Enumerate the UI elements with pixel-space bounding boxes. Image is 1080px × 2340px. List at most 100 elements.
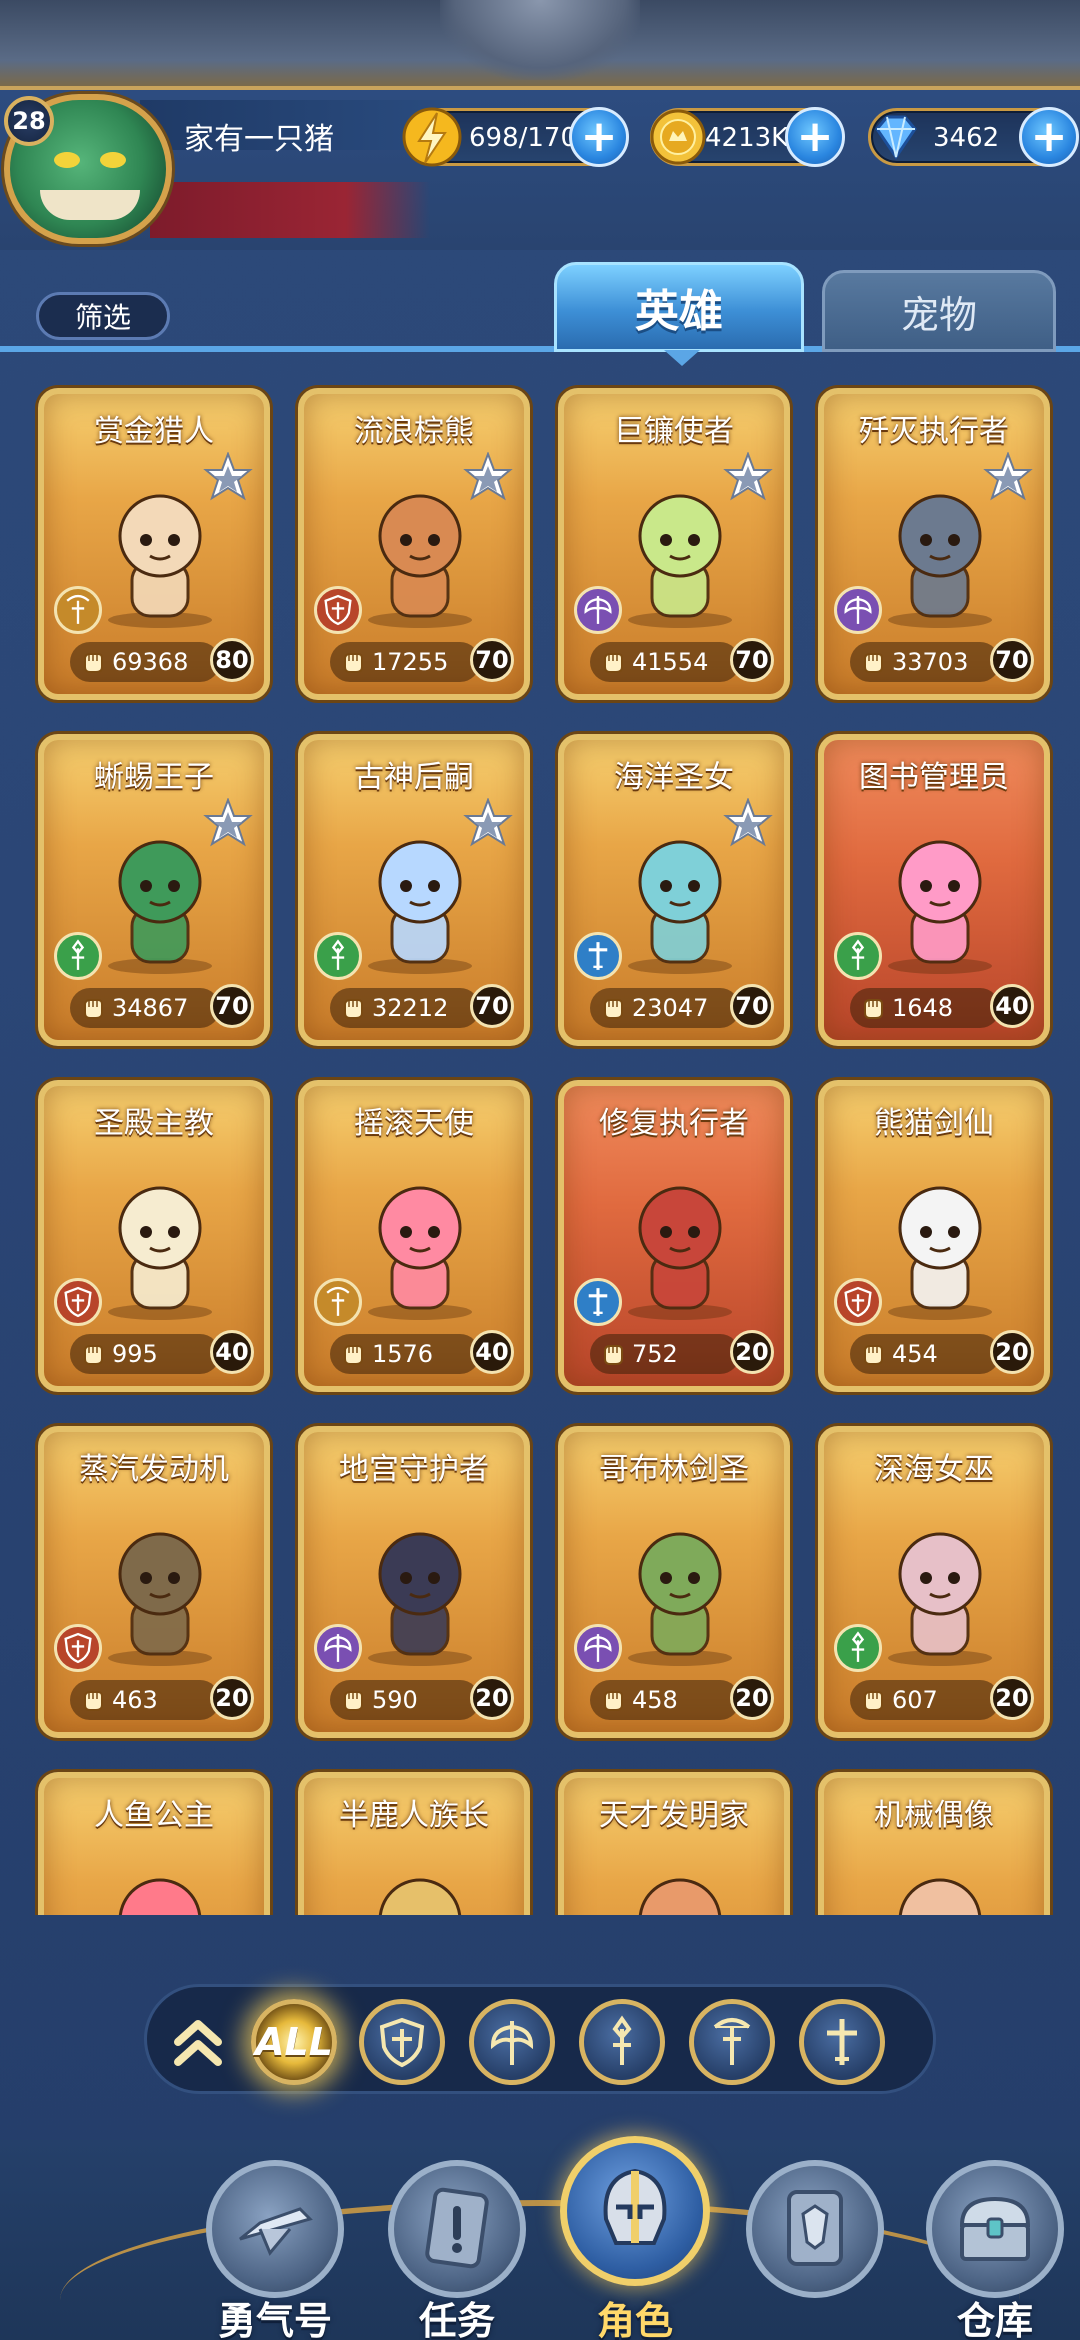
hero-card[interactable]: 地宫守护者 590 20 (298, 1426, 530, 1738)
hero-power: 590 (330, 1680, 480, 1720)
hero-name: 图书管理员 (859, 760, 1009, 795)
hero-name: 地宫守护者 (339, 1452, 489, 1487)
hero-card[interactable]: 深海女巫 607 20 (818, 1426, 1050, 1738)
hero-level: 80 (210, 638, 254, 682)
hero-power: 23047 (590, 988, 740, 1028)
class-filter-cross[interactable] (799, 1999, 885, 2085)
hero-portrait (118, 1878, 202, 1915)
hero-power-value: 1648 (892, 994, 954, 1022)
nav-brave[interactable]: 勇气号 (200, 2160, 350, 2340)
shield-class-icon (844, 1286, 872, 1318)
energy-add-button[interactable]: + (569, 107, 629, 167)
hero-power: 995 (70, 1334, 220, 1374)
player-name: 家有一只猪 (184, 122, 334, 157)
hero-level: 70 (210, 984, 254, 1028)
tab-heroes[interactable]: 英雄 (554, 262, 804, 352)
filter-button[interactable]: 筛选 (36, 292, 170, 340)
axe-icon (490, 2021, 534, 2065)
hero-class-icon (54, 586, 102, 634)
hero-card[interactable]: 海洋圣女 23047 70 (558, 734, 790, 1046)
fist-icon (84, 1345, 103, 1365)
nav-cards[interactable] (740, 2160, 890, 2340)
cross-sword-icon (827, 2019, 857, 2065)
hero-power: 17255 (330, 642, 480, 682)
hero-class-icon (834, 586, 882, 634)
axe-class-icon (584, 596, 612, 624)
hero-power-value: 458 (632, 1686, 678, 1714)
fist-icon (864, 1345, 883, 1365)
class-filter-axe[interactable] (469, 1999, 555, 2085)
staff-icon (612, 2015, 632, 2065)
hero-card[interactable]: 哥布林剑圣 458 20 (558, 1426, 790, 1738)
hero-power-value: 23047 (632, 994, 709, 1022)
hero-level: 70 (730, 638, 774, 682)
hero-power: 454 (850, 1334, 1000, 1374)
class-filter-shield[interactable] (359, 1999, 445, 2085)
hero-class-icon (314, 1624, 362, 1672)
hero-card[interactable]: 圣殿主教 995 40 (38, 1080, 270, 1392)
hero-power-value: 607 (892, 1686, 938, 1714)
awaken-star-icon (463, 452, 513, 501)
hero-class-icon (314, 1278, 362, 1326)
tab-pets[interactable]: 宠物 (822, 270, 1056, 352)
hero-power-value: 34867 (112, 994, 189, 1022)
hero-card[interactable]: 熊猫剑仙 454 20 (818, 1080, 1050, 1392)
nav-heroes[interactable]: 角色 (560, 2136, 710, 2340)
hero-card[interactable]: 天才发明家 (558, 1772, 790, 1915)
fist-icon (84, 653, 103, 673)
hero-name: 赏金猎人 (94, 414, 214, 449)
hero-name: 半鹿人族长 (339, 1798, 489, 1833)
helmet-icon (603, 2168, 667, 2245)
lightning-icon (402, 107, 462, 167)
class-filter-all[interactable]: ALL (251, 1999, 337, 2085)
axe-class-icon (844, 596, 872, 624)
hero-card[interactable]: 图书管理员 1648 40 (818, 734, 1050, 1046)
hero-card[interactable]: 蜥蜴王子 34867 70 (38, 734, 270, 1046)
awaken-star-icon (723, 798, 773, 847)
class-filter-bow[interactable] (689, 1999, 775, 2085)
gold-coin-icon (650, 109, 706, 165)
staff-class-icon (851, 1631, 865, 1662)
fist-icon (604, 1691, 623, 1711)
hero-name: 修复执行者 (599, 1106, 749, 1141)
hero-card[interactable]: 机械偶像 (818, 1772, 1050, 1915)
hero-card[interactable]: 流浪棕熊 17255 70 (298, 388, 530, 700)
hero-name: 天才发明家 (599, 1798, 749, 1833)
hero-card[interactable]: 修复执行者 752 20 (558, 1080, 790, 1392)
hero-name: 蜥蜴王子 (94, 760, 214, 795)
diamond-icon (875, 115, 917, 160)
fist-icon (604, 999, 623, 1019)
hero-portrait (378, 1878, 462, 1915)
nav-warehouse[interactable]: 仓库 (920, 2160, 1070, 2340)
hero-card[interactable]: 人鱼公主 (38, 1772, 270, 1915)
hero-power: 1648 (850, 988, 1000, 1028)
hero-card[interactable]: 巨镰使者 41554 70 (558, 388, 790, 700)
fist-icon (344, 653, 363, 673)
hero-portrait (628, 1186, 732, 1320)
gold-add-button[interactable]: + (785, 107, 845, 167)
hero-card[interactable]: 蒸汽发动机 463 20 (38, 1426, 270, 1738)
avatar-eye-right (100, 152, 126, 168)
fist-icon (344, 1345, 363, 1365)
fist-icon (84, 999, 103, 1019)
hero-name: 机械偶像 (874, 1798, 994, 1833)
class-filter-staff[interactable] (579, 1999, 665, 2085)
player-exp-bar (150, 182, 430, 238)
hero-power: 607 (850, 1680, 1000, 1720)
hero-power: 32212 (330, 988, 480, 1028)
hero-power: 458 (590, 1680, 740, 1720)
hero-card[interactable]: 摇滚天使 1576 40 (298, 1080, 530, 1392)
hero-card[interactable]: 古神后嗣 32212 70 (298, 734, 530, 1046)
hero-card[interactable]: 歼灭执行者 33703 70 (818, 388, 1050, 700)
hero-card[interactable]: 赏金猎人 69368 80 (38, 388, 270, 700)
hero-name: 哥布林剑圣 (599, 1452, 749, 1487)
shield-icon (379, 2017, 425, 2068)
hero-card[interactable]: 半鹿人族长 (298, 1772, 530, 1915)
fist-icon (864, 999, 883, 1019)
nav-tasks[interactable]: 任务 (382, 2160, 532, 2340)
hero-power-value: 463 (112, 1686, 158, 1714)
gem-add-button[interactable]: + (1019, 107, 1079, 167)
nav-warehouse-circle (926, 2160, 1064, 2298)
collapse-button[interactable] (163, 2007, 233, 2077)
hero-portrait (628, 1532, 732, 1666)
